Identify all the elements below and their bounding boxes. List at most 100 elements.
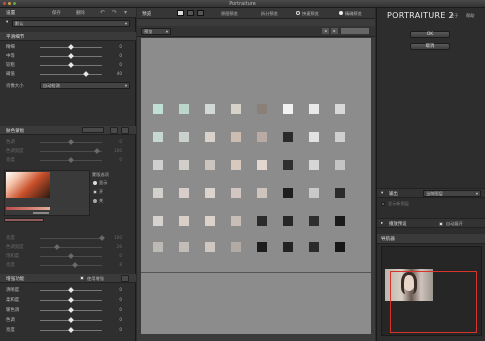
save-preset-button[interactable]: 保存	[52, 10, 61, 16]
slider-track[interactable]	[40, 148, 102, 154]
single-view-icon[interactable]	[177, 10, 184, 16]
slider-label: 色调宽度	[6, 245, 24, 250]
slider-value[interactable]: 0	[108, 157, 122, 162]
eyedropper-icon[interactable]	[110, 127, 118, 134]
slider-handle[interactable]	[68, 62, 74, 68]
slider-track[interactable]	[40, 53, 102, 59]
slider-handle[interactable]	[83, 71, 89, 77]
slider-handle[interactable]	[72, 262, 78, 268]
preview-image[interactable]	[141, 38, 371, 334]
preview-tile	[179, 188, 189, 198]
slider-handle[interactable]	[99, 235, 105, 241]
original-preview-option[interactable]: 原图预览	[221, 11, 238, 17]
expand-arrow-icon[interactable]: ▸	[381, 221, 383, 226]
slider-track[interactable]	[40, 71, 102, 77]
skin-mask-section-header[interactable]: 肤色蒙板	[0, 126, 136, 135]
chevron-down-icon[interactable]: ▾	[124, 9, 127, 16]
slider-value[interactable]: 8	[108, 262, 122, 267]
undo-icon[interactable]: ↶	[100, 9, 105, 16]
slider-value[interactable]: 0	[108, 297, 122, 302]
slider-value[interactable]: 100	[108, 235, 122, 240]
portrait-size-select[interactable]: 自动检测 ▾	[40, 82, 130, 89]
slider-value[interactable]: 0	[108, 62, 122, 67]
split-vertical-icon[interactable]	[187, 10, 194, 16]
slider-value[interactable]: 0	[108, 139, 122, 144]
slider-handle[interactable]	[68, 327, 74, 333]
slider-track[interactable]	[40, 253, 102, 259]
about-link[interactable]: 关于	[450, 13, 458, 19]
slider-track[interactable]	[40, 235, 105, 241]
settings-title: 设置	[6, 11, 16, 16]
help-link[interactable]: 帮助	[466, 13, 474, 19]
split-horizontal-icon[interactable]	[197, 10, 204, 16]
enhance-section-header[interactable]: 增强功能 使用增强	[0, 274, 136, 283]
hue-strip[interactable]	[6, 207, 50, 210]
picker-icon[interactable]	[121, 275, 129, 282]
delete-preset-button[interactable]: 删除	[76, 10, 85, 16]
split-preview-option[interactable]: 拆分预览	[261, 11, 278, 17]
color-gradient-swatch[interactable]	[6, 172, 50, 198]
slider-value[interactable]: 0	[108, 327, 122, 332]
fast-preview-radio[interactable]	[296, 11, 300, 15]
preview-mode-select[interactable]: 预览 ▾	[141, 28, 171, 35]
slider-value[interactable]: 0	[108, 317, 122, 322]
slider-track[interactable]	[40, 317, 102, 323]
slider-track[interactable]	[40, 262, 102, 268]
preset-select[interactable]: 默认 ▾	[12, 20, 130, 27]
slider-value[interactable]: 0	[108, 287, 122, 292]
redo-icon[interactable]: ↷	[112, 9, 117, 16]
cancel-button[interactable]: 取消	[410, 43, 450, 50]
checkbox-icon[interactable]	[80, 276, 84, 280]
ok-button[interactable]: OK	[410, 31, 450, 38]
navigator-panel[interactable]	[381, 246, 482, 336]
slider-track[interactable]	[40, 62, 102, 68]
radio-icon[interactable]	[93, 199, 97, 203]
slider-row: 亮度 100	[0, 234, 136, 242]
slider-value[interactable]: 0	[108, 44, 122, 49]
eyedropper-plus-icon[interactable]	[121, 127, 129, 134]
slider-track[interactable]	[40, 157, 102, 163]
navigator-viewport-frame[interactable]	[390, 271, 477, 333]
hue-range-marker[interactable]	[33, 212, 49, 214]
slider-handle[interactable]	[94, 148, 100, 154]
slider-value[interactable]: 26	[108, 244, 122, 249]
slider-value[interactable]: 40	[108, 71, 122, 76]
slider-label: 较粗	[6, 63, 15, 68]
expand-arrow-icon[interactable]: ▾	[381, 191, 383, 196]
slider-handle[interactable]	[68, 53, 74, 59]
precise-preview-radio[interactable]	[339, 11, 343, 15]
checkbox-icon[interactable]	[439, 222, 443, 226]
slider-value[interactable]: 100	[108, 148, 122, 153]
slider-handle[interactable]	[68, 297, 74, 303]
slider-handle[interactable]	[68, 253, 74, 259]
slider-value[interactable]: 0	[108, 307, 122, 312]
slider-handle[interactable]	[68, 287, 74, 293]
auto-expand-label: 自动展开	[446, 221, 463, 226]
checkbox-icon[interactable]	[381, 202, 385, 206]
enhance-toggle-label[interactable]: 使用增强	[87, 276, 104, 282]
slider-handle[interactable]	[68, 317, 74, 323]
slider-track[interactable]	[40, 139, 102, 145]
slider-value[interactable]: 0	[108, 53, 122, 58]
slider-track[interactable]	[40, 307, 102, 313]
radio-icon[interactable]	[93, 181, 97, 185]
smoothing-section-header[interactable]: 平滑细节	[0, 32, 136, 41]
slider-track[interactable]	[40, 327, 102, 333]
slider-track[interactable]	[40, 244, 102, 250]
slider-handle[interactable]	[68, 157, 74, 163]
mask-picker-button[interactable]	[82, 127, 104, 133]
slider-handle[interactable]	[54, 244, 60, 250]
slider-track[interactable]	[40, 287, 102, 293]
zoom-slider[interactable]	[341, 28, 369, 34]
slider-handle[interactable]	[68, 44, 74, 50]
arrow-right-icon[interactable]: ▸	[331, 28, 338, 34]
slider-label: 精细	[6, 45, 15, 50]
slider-handle[interactable]	[68, 139, 74, 145]
radio-icon[interactable]	[93, 190, 97, 194]
slider-value[interactable]: 0	[108, 253, 122, 258]
output-select[interactable]: 当前图层 ▾	[423, 190, 481, 197]
slider-handle[interactable]	[68, 307, 74, 313]
slider-track[interactable]	[40, 297, 102, 303]
slider-track[interactable]	[40, 44, 102, 50]
arrow-left-icon[interactable]: ◂	[322, 28, 329, 34]
